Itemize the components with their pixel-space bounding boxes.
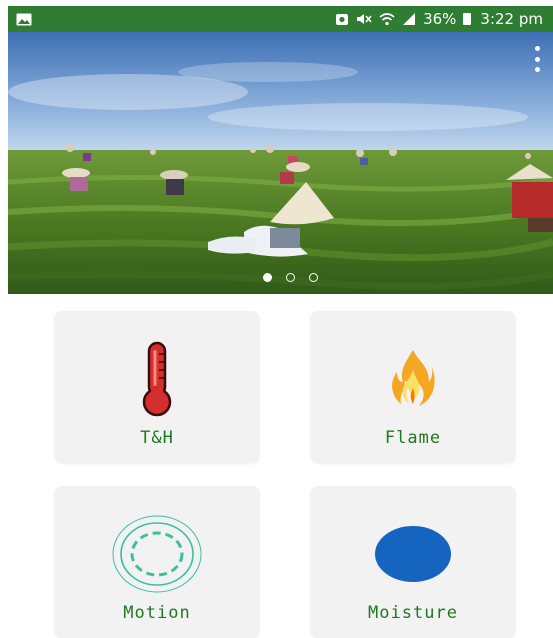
banner-photo — [8, 32, 553, 294]
signal-icon — [403, 13, 416, 25]
carousel-indicators — [8, 273, 553, 282]
battery-percent: 36% — [423, 10, 457, 28]
motion-sensor-icon — [112, 515, 202, 593]
wifi-icon — [379, 13, 395, 26]
carousel-dot-2[interactable] — [286, 273, 295, 282]
flame-icon — [392, 350, 435, 406]
carousel-dot-3[interactable] — [309, 273, 318, 282]
tile-temperature-humidity[interactable]: T&H — [54, 311, 260, 463]
tile-label-moisture: Moisture — [368, 603, 458, 623]
battery-icon — [463, 13, 472, 25]
tile-moisture[interactable]: Moisture — [310, 486, 516, 638]
carousel-dot-1[interactable] — [263, 273, 272, 282]
banner-carousel[interactable] — [8, 32, 553, 294]
status-time: 3:22 pm — [480, 10, 543, 28]
mute-icon — [357, 14, 372, 24]
tile-label-th: T&H — [140, 428, 174, 448]
moisture-drop-icon — [375, 526, 451, 582]
thermometer-icon — [142, 341, 172, 417]
status-bar: 36% 3:22 pm — [8, 6, 553, 32]
tile-label-motion: Motion — [123, 603, 191, 623]
tile-motion[interactable]: Motion — [54, 486, 260, 638]
tile-label-flame: Flame — [384, 428, 442, 448]
overflow-menu-icon[interactable] — [531, 46, 543, 72]
image-icon — [16, 13, 32, 25]
alarm-icon — [336, 14, 349, 25]
tile-flame[interactable]: Flame — [310, 311, 516, 463]
